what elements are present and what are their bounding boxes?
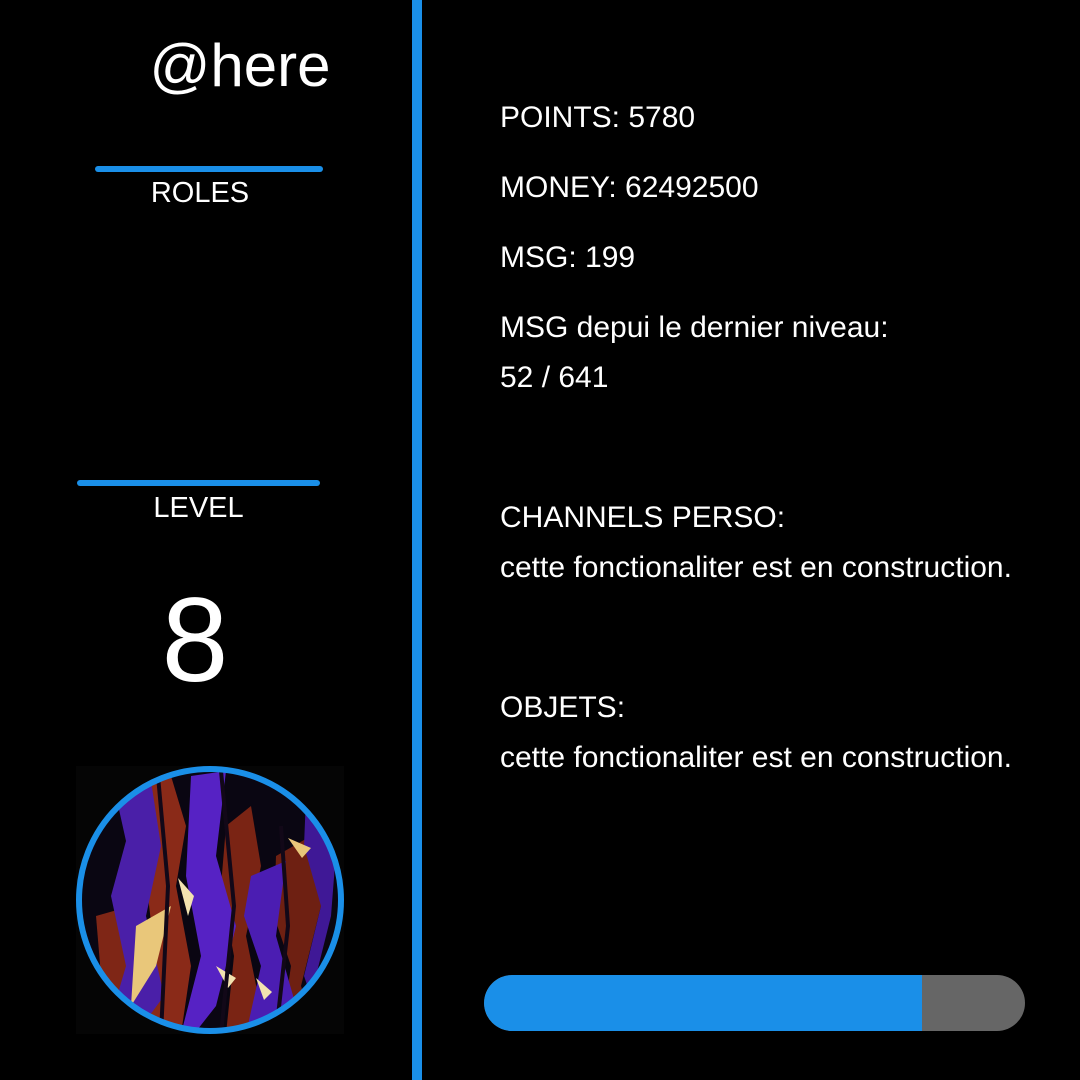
objets-heading: OBJETS: — [500, 691, 626, 724]
level-heading: LEVEL — [153, 492, 244, 524]
level-value: 8 — [161, 573, 229, 707]
level-divider — [77, 480, 320, 486]
roles-divider — [95, 166, 323, 172]
msg-since-level-value: 52 / 641 — [500, 361, 609, 394]
profile-card: @here ROLES LEVEL 8 POINTS: 5780 MONEY: … — [0, 0, 1080, 1080]
username: @here — [149, 32, 331, 99]
channels-text: cette fonctionaliter est en construction… — [500, 551, 1012, 584]
money-stat: MONEY: 62492500 — [500, 171, 759, 204]
objets-text: cette fonctionaliter est en construction… — [500, 741, 1012, 774]
level-progress-bar — [484, 975, 1025, 1031]
channels-heading: CHANNELS PERSO: — [500, 501, 786, 534]
level-progress-fill — [484, 975, 923, 1031]
msg-since-level-label: MSG depui le dernier niveau: — [500, 311, 889, 344]
points-stat: POINTS: 5780 — [500, 101, 696, 134]
roles-heading: ROLES — [150, 177, 250, 209]
msg-stat: MSG: 199 — [500, 241, 636, 274]
column-separator — [412, 0, 422, 1080]
avatar — [76, 766, 344, 1034]
